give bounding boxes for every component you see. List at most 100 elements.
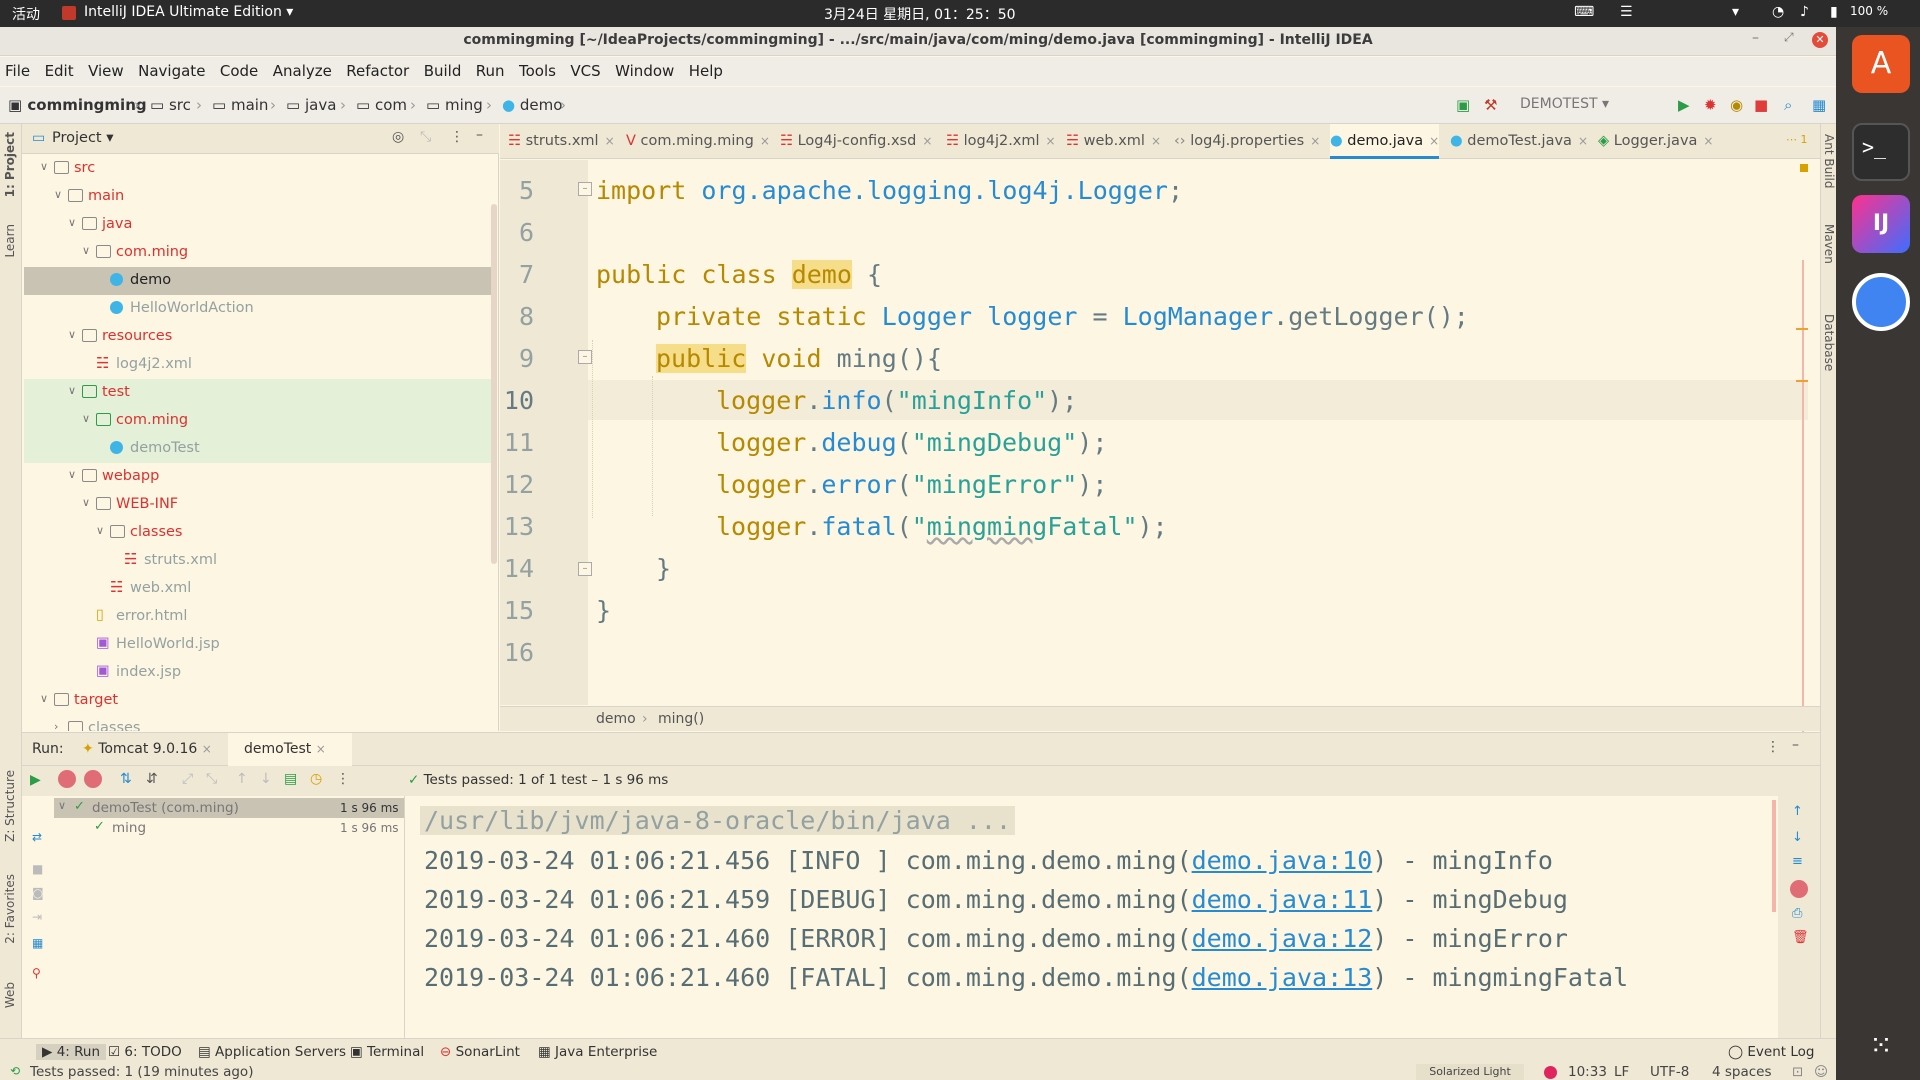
clock[interactable]: 3月24日 星期日, 01：25：50 [824, 4, 1016, 24]
favorites-tool-button[interactable]: 2: Favorites [3, 874, 17, 944]
tree-item[interactable]: ∨ target [24, 687, 497, 715]
close-tab-icon[interactable]: × [1429, 134, 1439, 148]
chevron-down-icon[interactable]: ∨ [40, 160, 48, 173]
tree-item[interactable]: › classes [24, 715, 497, 731]
tree-item[interactable]: ☵ web.xml [24, 575, 497, 603]
stop-test-icon[interactable] [58, 770, 76, 788]
test-row[interactable]: ✓ ming 1 s 96 ms [54, 818, 404, 838]
source-link[interactable]: demo.java:13 [1192, 963, 1373, 992]
close-tab-icon[interactable]: × [760, 134, 770, 148]
ant-build-tool-button[interactable]: Ant Build [1822, 134, 1836, 188]
source-link[interactable]: demo.java:12 [1192, 924, 1373, 953]
keyboard-icon[interactable]: ⌨ [1574, 4, 1594, 20]
record-icon[interactable] [1790, 880, 1808, 898]
more-options-icon[interactable]: ⋮ [336, 771, 350, 787]
close-window-button[interactable]: ✕ [1812, 32, 1828, 48]
breadcrumb-main[interactable]: ▭ main [212, 96, 268, 114]
breadcrumb-project[interactable]: ▣ commingming [8, 96, 147, 114]
export-icon[interactable]: ▤ [284, 771, 297, 787]
battery-icon[interactable]: ▮ [1830, 4, 1838, 20]
tree-item[interactable]: ∨ resources [24, 323, 497, 351]
run-tab-tomcat[interactable]: ✦ Tomcat 9.0.16 × [82, 741, 212, 757]
fold-marker-icon[interactable]: – [578, 562, 592, 576]
breadcrumb-com[interactable]: ▭ com [356, 96, 407, 114]
warning-marker[interactable] [1800, 164, 1808, 172]
editor-tab[interactable]: V com.ming.ming × [626, 133, 770, 149]
editor-tab[interactable]: ‹› log4j.properties × [1174, 133, 1320, 149]
file-encoding[interactable]: UTF-8 [1650, 1064, 1689, 1080]
menu-tools[interactable]: Tools [514, 57, 561, 80]
tree-item[interactable]: demoTest [24, 435, 497, 463]
tree-item[interactable]: ▣ index.jsp [24, 659, 497, 687]
line-separator[interactable]: LF [1614, 1064, 1629, 1080]
tree-scrollbar[interactable] [491, 204, 497, 564]
scroll-up-icon[interactable]: ↑ [1792, 804, 1803, 819]
editor-tab[interactable]: ● demo.java × [1330, 124, 1440, 159]
tree-item[interactable]: ∨ WEB-INF [24, 491, 497, 519]
error-stripe-mark[interactable] [1796, 380, 1808, 382]
editor-tab[interactable]: ☵ struts.xml × [508, 133, 615, 149]
tree-item[interactable]: ∨ main [24, 183, 497, 211]
tree-item[interactable]: ∨ webapp [24, 463, 497, 491]
history-icon[interactable]: ◷ [310, 771, 322, 787]
project-tool-button[interactable]: 1: Project [3, 132, 17, 197]
soft-wrap-icon[interactable]: ≡ [1792, 854, 1803, 869]
activities-button[interactable]: 活动 [12, 4, 40, 24]
tool-run-button[interactable]: ▶ 4: Run [36, 1044, 107, 1060]
event-log-button[interactable]: ◯ Event Log [1728, 1044, 1814, 1060]
chevron-down-icon[interactable]: ∨ [68, 328, 76, 341]
chromium-icon[interactable] [1852, 273, 1910, 331]
run-icon[interactable]: ▶ [1678, 96, 1690, 114]
more-tabs-icon[interactable]: ⋯ 1 [1786, 133, 1808, 146]
stop-icon[interactable]: ■ [32, 862, 43, 876]
menu-file[interactable]: File [0, 57, 35, 80]
crumb-method[interactable]: ming() [658, 711, 704, 727]
lock-icon[interactable]: ⊡ [1792, 1064, 1803, 1080]
error-stripe-mark[interactable] [1796, 328, 1808, 330]
menu-code[interactable]: Code [215, 57, 263, 80]
crumb-class[interactable]: demo [596, 711, 636, 727]
tree-item[interactable]: ∨ classes [24, 519, 497, 547]
chevron-down-icon[interactable]: ∨ [68, 384, 76, 397]
rerun-icon[interactable]: ▶ [30, 772, 41, 788]
chevron-down-icon[interactable]: ∨ [82, 496, 90, 509]
dropdown-icon[interactable]: ▾ [1732, 4, 1739, 20]
breadcrumb-ming[interactable]: ▭ ming [426, 96, 483, 114]
stop-icon[interactable]: ■ [1754, 96, 1768, 114]
layout-icon[interactable]: ▦ [1812, 96, 1826, 114]
theme-indicator[interactable]: Solarized Light [1416, 1064, 1524, 1080]
app-menu-label[interactable]: IntelliJ IDEA Ultimate Edition ▾ [84, 4, 293, 20]
tree-item[interactable]: ▯ error.html [24, 603, 497, 631]
close-tab-icon[interactable]: × [316, 742, 326, 756]
target-icon[interactable]: ◎ [392, 129, 404, 145]
tree-item[interactable]: ▣ HelloWorld.jsp [24, 631, 497, 659]
tree-item[interactable]: ☵ log4j2.xml [24, 351, 497, 379]
editor-tab[interactable]: ☵ Log4j-config.xsd × [780, 133, 932, 149]
chevron-down-icon[interactable]: ∨ [82, 412, 90, 425]
fold-marker-icon[interactable]: – [578, 350, 592, 364]
close-tab-icon[interactable]: × [202, 742, 212, 756]
console-scrollbar[interactable] [1772, 800, 1776, 912]
caret-position[interactable]: 10:33 [1568, 1064, 1607, 1080]
console-icon[interactable]: ▣ [1456, 96, 1470, 114]
run-tab-demotest[interactable]: demoTest × [228, 733, 352, 766]
inspector-icon[interactable]: ☺ [1814, 1064, 1828, 1080]
exit-icon[interactable]: ⇥ [32, 910, 42, 924]
test-row-selected[interactable]: ∨ ✓ demoTest (com.ming) 1 s 96 ms [54, 798, 404, 818]
menu-refactor[interactable]: Refactor [341, 57, 414, 80]
menu-help[interactable]: Help [684, 57, 728, 80]
source-link[interactable]: demo.java:11 [1192, 885, 1373, 914]
wifi-icon[interactable]: ◔ [1772, 4, 1784, 20]
menu-run[interactable]: Run [471, 57, 510, 80]
show-apps-icon[interactable]: ⁙ [1852, 1017, 1910, 1075]
editor-tab[interactable]: ☵ log4j2.xml × [946, 133, 1056, 149]
search-icon[interactable]: ⌕ [1784, 96, 1792, 114]
status-message[interactable]: Tests passed: 1 (19 minutes ago) [30, 1064, 253, 1080]
prev-failed-icon[interactable]: ↑ [236, 771, 248, 787]
menu-window[interactable]: Window [610, 57, 679, 80]
close-tab-icon[interactable]: × [1703, 134, 1713, 148]
expand-all-icon[interactable]: ⤢ [182, 771, 193, 787]
tree-item[interactable]: ∨ com.ming [24, 239, 497, 267]
sort-duration-icon[interactable]: ⇵ [146, 771, 158, 787]
window-titlebar[interactable]: commingming [~/IdeaProjects/commingming]… [0, 27, 1836, 56]
